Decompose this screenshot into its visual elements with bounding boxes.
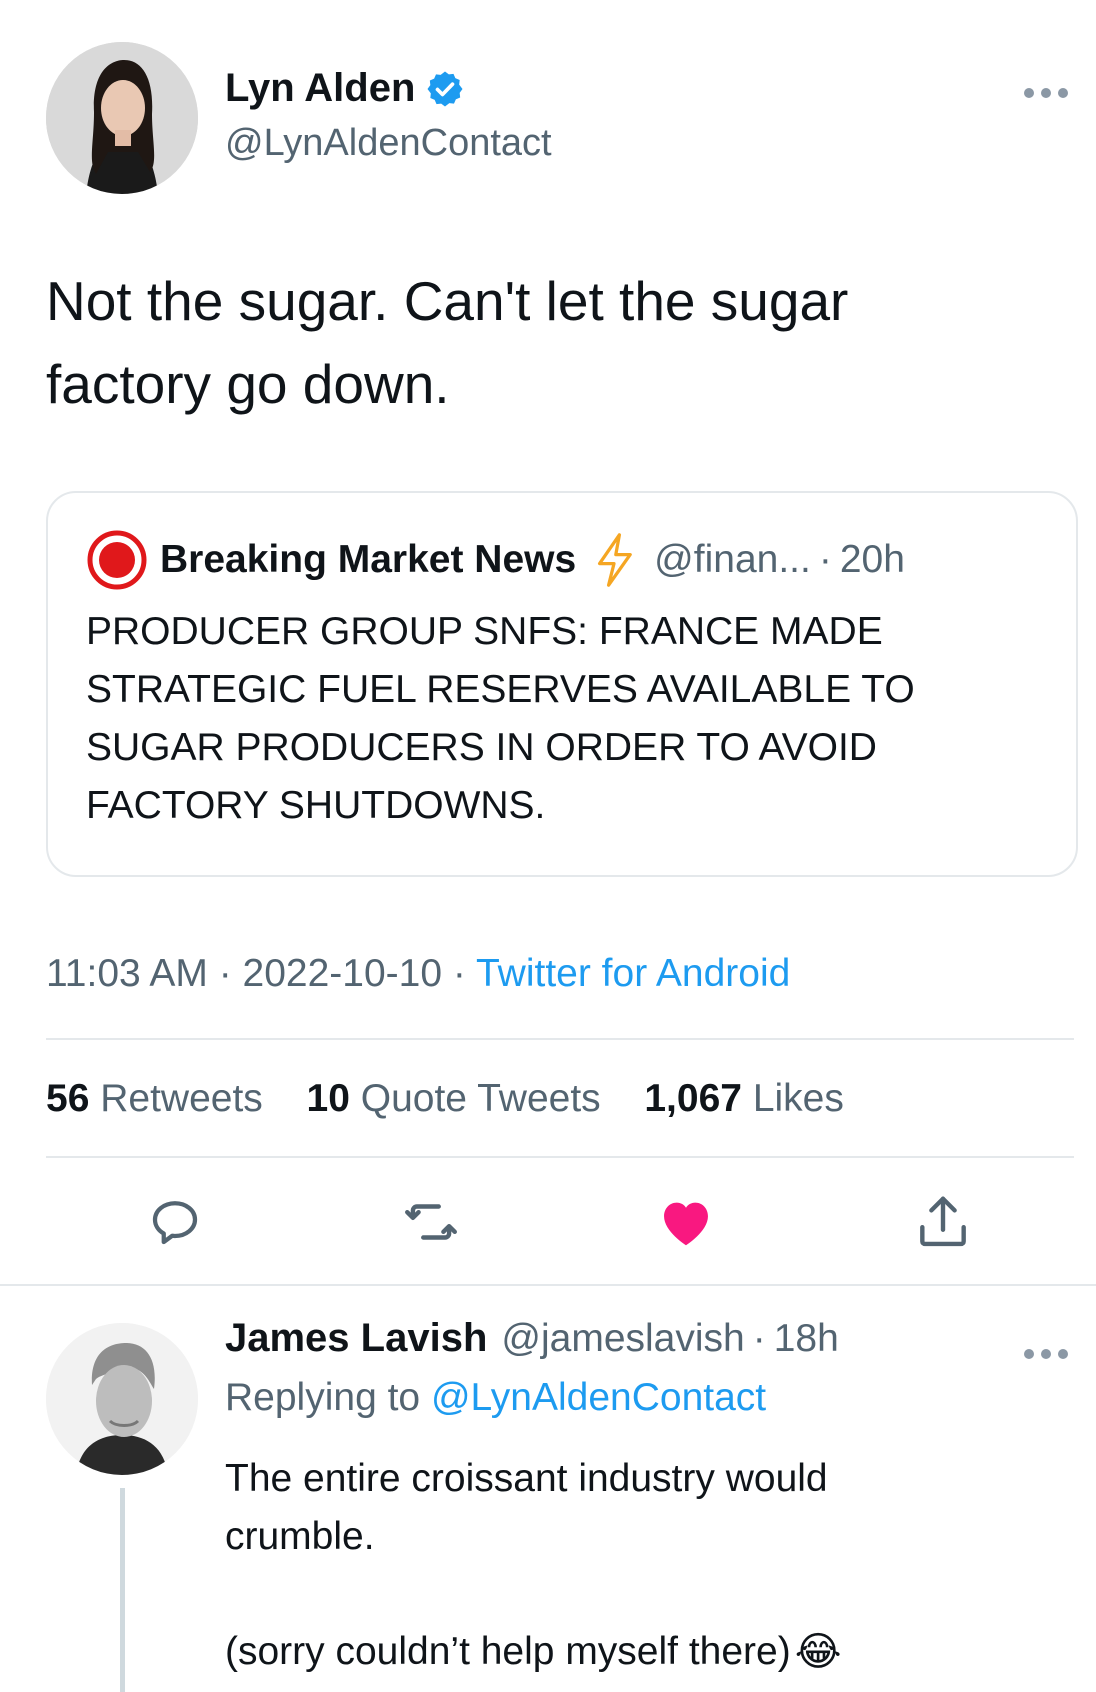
tweet-timestamp-row: 11:03 AM · 2022-10-10 · Twitter for Andr… — [46, 952, 790, 996]
reply-text-line: The entire croissant industry would — [225, 1457, 828, 1500]
quotes-count: 10 — [306, 1077, 350, 1120]
reply-thread-line — [120, 1488, 125, 1692]
author-name-row: Lyn Alden — [225, 66, 465, 111]
quoted-separator: · — [818, 538, 832, 581]
heart-icon — [664, 1202, 708, 1246]
replying-to-prefix: Replying to — [225, 1376, 431, 1419]
breaking-news-avatar-icon — [86, 529, 148, 591]
retweets-label: Retweets — [100, 1077, 263, 1120]
quoted-tweet-text: PRODUCER GROUP SNFS: FRANCE MADE STRATEG… — [86, 603, 915, 835]
quoted-text-line: FACTORY SHUTDOWNS. — [86, 784, 546, 827]
tweet-text: Not the sugar. Can't let the sugar facto… — [46, 260, 848, 426]
share-button[interactable] — [903, 1182, 983, 1262]
divider — [46, 1156, 1074, 1158]
retweet-icon — [405, 1204, 457, 1240]
retweet-button[interactable] — [391, 1182, 471, 1262]
reply-author-handle[interactable]: @jameslavish — [501, 1317, 744, 1361]
author-avatar[interactable] — [46, 42, 198, 194]
tweet-text-line: Not the sugar. Can't let the sugar — [46, 270, 849, 332]
retweets-stat[interactable]: 56 Retweets — [46, 1077, 263, 1120]
quoted-author-name: Breaking Market News — [160, 538, 577, 581]
quote-tweets-stat[interactable]: 10 Quote Tweets — [307, 1077, 601, 1120]
reply-text-line: (sorry couldn’t help myself there) — [225, 1630, 791, 1673]
replying-to-handle[interactable]: @LynAldenContact — [431, 1376, 766, 1419]
reply-icon — [152, 1201, 198, 1245]
quotes-label: Quote Tweets — [360, 1077, 601, 1120]
tweet-text-line: factory go down. — [46, 353, 450, 415]
like-button[interactable] — [646, 1182, 726, 1262]
quoted-text-line: PRODUCER GROUP SNFS: FRANCE MADE — [86, 610, 883, 653]
reply-author-avatar[interactable] — [46, 1323, 198, 1475]
more-options-icon[interactable] — [1022, 74, 1070, 108]
reply-author-name[interactable]: James Lavish — [225, 1316, 487, 1361]
tweet-source-link[interactable]: Twitter for Android — [476, 952, 790, 995]
reply-time[interactable]: 18h — [774, 1317, 839, 1361]
tweet-timestamp[interactable]: 11:03 AM · 2022-10-10 · — [46, 952, 476, 995]
divider — [46, 1038, 1074, 1040]
likes-stat[interactable]: 1,067 Likes — [644, 1077, 844, 1120]
quoted-time: 20h — [839, 538, 905, 581]
reply-text: The entire croissant industry would crum… — [225, 1450, 828, 1566]
likes-count: 1,067 — [644, 1077, 742, 1120]
reply-text-line: crumble. — [225, 1515, 375, 1558]
quoted-text-line: STRATEGIC FUEL RESERVES AVAILABLE TO — [86, 668, 915, 711]
lightning-bolt-icon — [592, 533, 636, 587]
author-handle[interactable]: @LynAldenContact — [225, 122, 552, 165]
reply-header: James Lavish @jameslavish · 18h — [225, 1316, 839, 1361]
reply-text-aside-row: (sorry couldn’t help myself there) 😂 — [225, 1623, 841, 1681]
reply-more-options-icon[interactable] — [1022, 1335, 1070, 1369]
author-name[interactable]: Lyn Alden — [225, 66, 415, 111]
replying-to-row: Replying to @LynAldenContact — [225, 1376, 766, 1420]
quoted-tweet-header: Breaking Market News @finan... · 20h — [86, 529, 905, 591]
reply-button[interactable] — [135, 1182, 215, 1262]
tweet-stats-row: 56 Retweets 10 Quote Tweets 1,067 Likes — [46, 1077, 844, 1121]
reply-separator: · — [752, 1316, 766, 1360]
verified-badge-icon — [425, 69, 465, 109]
divider — [0, 1284, 1096, 1286]
laughing-tears-emoji: 😂 — [794, 1630, 842, 1674]
retweets-count: 56 — [46, 1077, 90, 1120]
quoted-text-line: SUGAR PRODUCERS IN ORDER TO AVOID — [86, 726, 877, 769]
quoted-author-handle: @finan... — [654, 538, 811, 581]
likes-label: Likes — [752, 1077, 844, 1120]
share-icon — [920, 1196, 966, 1247]
